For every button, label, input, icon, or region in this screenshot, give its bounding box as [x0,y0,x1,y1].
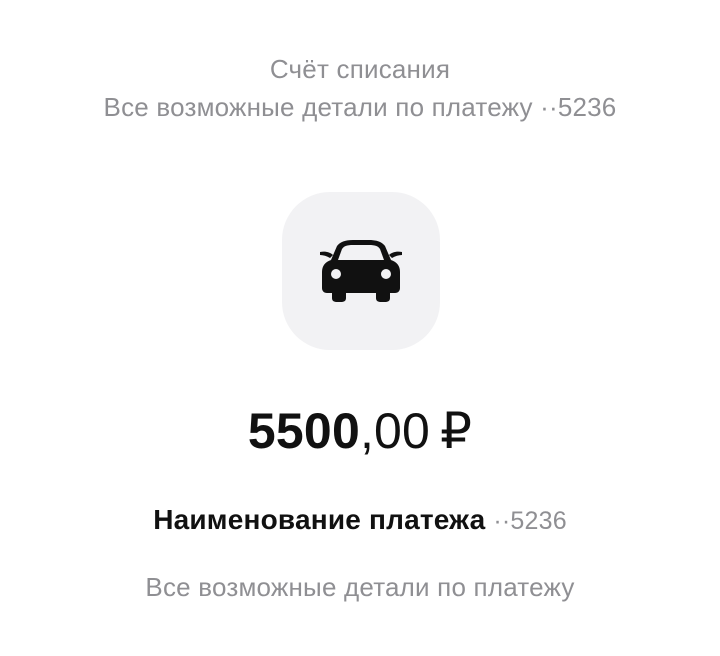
category-icon-tile [282,192,440,350]
payment-details-text: Все возможные детали по платежу [145,572,575,602]
payment-name-row: Наименование платежа ··5236 [0,502,720,539]
car-icon [320,240,402,302]
amount-integer: 5500 [247,403,360,459]
amount-fraction: ,00 [359,403,431,459]
payment-name: Наименование платежа [153,504,486,535]
account-subtitle: Все возможные детали по платежу [103,92,533,122]
payment-amount: 5500,00 ₽ [0,400,720,462]
currency-symbol: ₽ [440,403,473,459]
account-subtitle-row: Все возможные детали по платежу ··5236 [0,90,720,124]
account-title: Счёт списания [269,54,451,84]
payment-masked-number: ··5236 [493,507,567,535]
account-masked-number: ··5236 [540,92,617,122]
payment-details-screen: Счёт списания Все возможные детали по пл… [0,0,720,656]
